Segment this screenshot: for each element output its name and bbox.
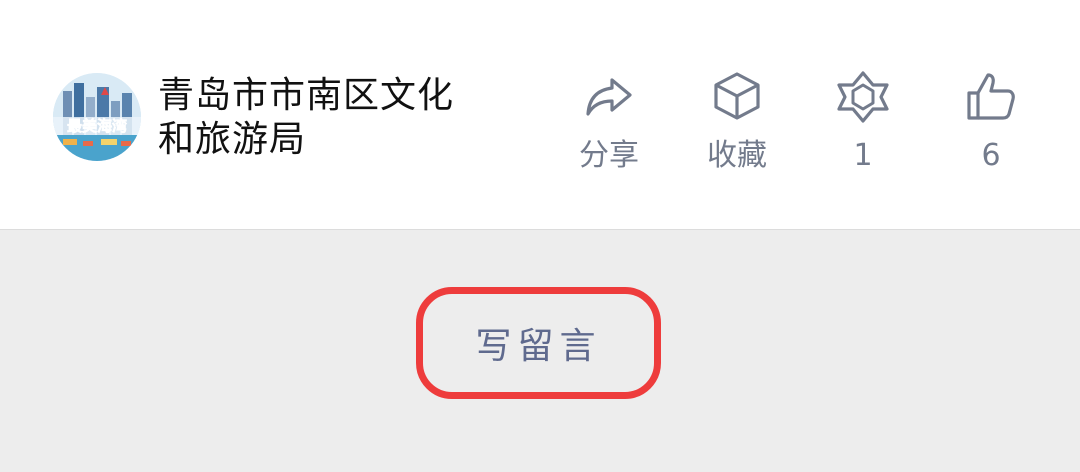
cube-icon (714, 72, 760, 120)
spark-button[interactable]: 1 (803, 66, 923, 176)
author-name[interactable]: 青岛市市南区文化和旅游局 (158, 74, 488, 162)
favorite-label: 收藏 (707, 138, 767, 173)
write-comment-button[interactable]: 写留言 (416, 287, 661, 399)
svg-text:最美海湾: 最美海湾 (67, 117, 127, 135)
author-avatar[interactable]: 最美海湾 (53, 73, 141, 161)
share-label: 分享 (579, 138, 639, 173)
share-arrow-icon (586, 78, 632, 116)
like-count: 6 (981, 138, 1001, 173)
share-button[interactable]: 分享 (549, 66, 669, 176)
favorite-button[interactable]: 收藏 (677, 66, 797, 176)
spark-count: 1 (853, 138, 873, 173)
article-footer-bar: 最美海湾 青岛市市南区文化和旅游局 分享 收藏 1 6 (0, 0, 1080, 230)
star-of-david-icon (837, 71, 889, 123)
like-button[interactable]: 6 (931, 66, 1051, 176)
avatar-city-illustration: 最美海湾 (53, 73, 141, 161)
thumbs-up-icon (967, 73, 1015, 120)
